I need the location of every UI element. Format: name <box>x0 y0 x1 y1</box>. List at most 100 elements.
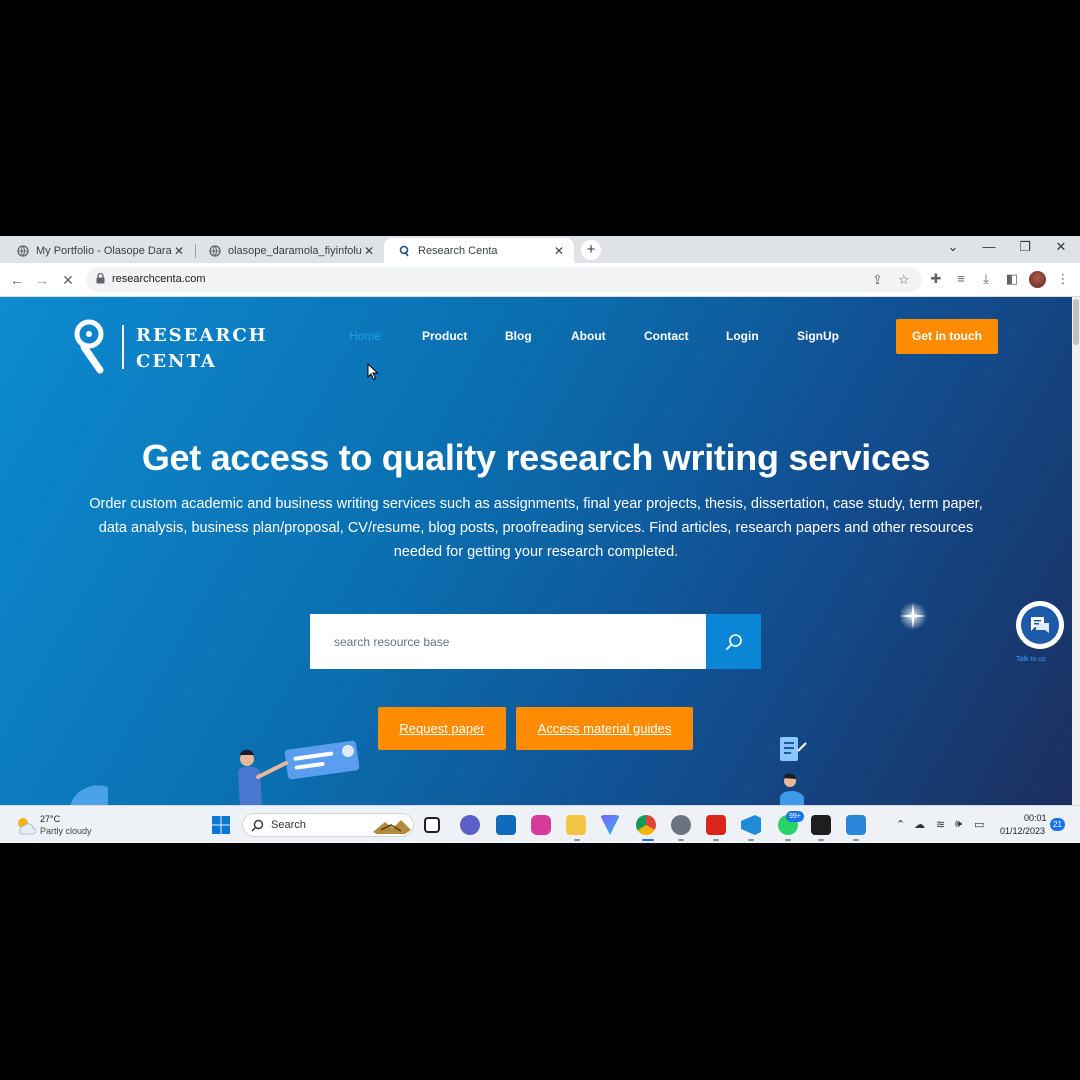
resource-search <box>310 614 761 669</box>
taskbar-search[interactable]: Search <box>242 813 414 837</box>
battery-icon[interactable]: ▭ <box>974 818 984 831</box>
scrollbar-thumb[interactable] <box>1073 299 1079 345</box>
back-icon[interactable]: ← <box>7 270 27 290</box>
access-material-guides-button[interactable]: Access material guides <box>516 707 693 750</box>
pdf-reader-icon[interactable] <box>706 815 726 835</box>
nav-blog[interactable]: Blog <box>505 329 532 343</box>
chat-icon <box>1021 606 1059 644</box>
clock-date[interactable]: 01/12/2023 <box>1000 826 1045 836</box>
search-icon <box>251 819 264 832</box>
whatsapp-badge: 99+ <box>786 811 804 822</box>
site-favicon-icon <box>398 244 411 257</box>
running-indicator <box>678 839 684 841</box>
vscode-icon[interactable] <box>741 815 761 835</box>
microsoft-store-icon[interactable] <box>496 815 516 835</box>
wifi-icon[interactable]: ≋ <box>936 818 945 831</box>
search-button[interactable] <box>706 614 761 669</box>
active-indicator <box>642 839 654 841</box>
browser-tab-strip: My Portfolio - Olasope Daramola ✕ olasop… <box>0 236 1080 263</box>
tab-title: Research Centa <box>418 244 498 257</box>
hero-title: Get access to quality research writing s… <box>141 437 931 478</box>
partly-cloudy-icon[interactable] <box>14 815 36 835</box>
address-bar[interactable]: researchcenta.com ⇪ ☆ <box>86 267 922 292</box>
close-tab-icon[interactable]: ✕ <box>552 244 566 258</box>
request-paper-button[interactable]: Request paper <box>378 707 506 750</box>
terminal-icon[interactable] <box>811 815 831 835</box>
task-view-icon[interactable] <box>424 817 440 833</box>
close-tab-icon[interactable]: ✕ <box>362 244 376 258</box>
get-in-touch-button[interactable]: Get in touch <box>896 319 998 354</box>
bookmark-star-icon[interactable]: ☆ <box>898 272 910 288</box>
nav-login[interactable]: Login <box>726 329 759 343</box>
restore-icon[interactable]: ❐ <box>1010 239 1040 255</box>
running-indicator <box>713 839 719 841</box>
tab-search-icon[interactable]: ⌄ <box>938 239 968 255</box>
person-with-card-illustration <box>238 740 360 805</box>
volume-icon[interactable]: 🕪 <box>955 818 962 831</box>
mouse-cursor-icon <box>367 363 379 381</box>
forward-icon[interactable]: → <box>32 270 52 290</box>
web-page: RESEARCH CENTA Home Product Blog About C… <box>0 297 1072 805</box>
search-input[interactable] <box>310 614 706 669</box>
logo-line-1: RESEARCH <box>136 325 268 346</box>
weather-status: Partly cloudy <box>40 826 92 836</box>
teams-chat-icon[interactable] <box>460 815 480 835</box>
tab-research-centa[interactable]: Research Centa ✕ <box>384 238 574 263</box>
running-indicator <box>853 839 859 841</box>
vpn-app-icon[interactable] <box>600 815 620 835</box>
logo-line-2: CENTA <box>136 351 217 372</box>
search-highlight-icon <box>373 820 411 834</box>
shape-decoration <box>70 785 108 805</box>
search-icon <box>725 633 742 650</box>
onedrive-icon[interactable]: ☁ <box>914 818 925 831</box>
nav-about[interactable]: About <box>571 329 606 343</box>
globe-icon <box>208 244 221 257</box>
close-tab-icon[interactable]: ✕ <box>172 244 186 258</box>
chrome-icon[interactable] <box>636 815 656 835</box>
logo-text: RESEARCH CENTA <box>136 323 268 375</box>
download-icon[interactable]: ⤓ <box>977 271 995 287</box>
settings-gear-icon[interactable] <box>671 815 691 835</box>
wps-office-icon[interactable] <box>531 815 551 835</box>
screen: My Portfolio - Olasope Daramola ✕ olasop… <box>0 236 1080 843</box>
taskbar-search-label: Search <box>271 819 306 831</box>
close-window-icon[interactable]: ✕ <box>1046 239 1076 255</box>
share-icon[interactable]: ⇪ <box>872 272 883 288</box>
hero-subtitle: Order custom academic and business writi… <box>89 496 983 560</box>
show-hidden-icons-icon[interactable]: ⌃ <box>896 818 905 831</box>
chat-label: Talk to us <box>1016 656 1046 663</box>
running-indicator <box>748 839 754 841</box>
tab-title: olasope_daramola_fiyinfoluwa_c <box>228 244 362 257</box>
tab-portfolio[interactable]: My Portfolio - Olasope Daramola ✕ <box>2 238 194 263</box>
windows-taskbar: 27°C Partly cloudy Search 99+ ⌃ ☁ ≋ 🕪 ▭ … <box>0 805 1080 843</box>
nav-home[interactable]: Home <box>349 329 381 343</box>
minimize-icon[interactable]: — <box>974 239 1004 254</box>
profile-avatar[interactable] <box>1029 271 1046 288</box>
nav-signup[interactable]: SignUp <box>797 329 839 343</box>
side-panel-icon[interactable]: ◧ <box>1003 271 1021 287</box>
tab-drive[interactable]: olasope_daramola_fiyinfoluwa_c ✕ <box>194 238 384 263</box>
notification-count[interactable]: 21 <box>1050 818 1065 831</box>
tab-title: My Portfolio - Olasope Daramola <box>36 244 172 257</box>
stop-loading-icon[interactable]: ✕ <box>58 270 78 290</box>
nav-contact[interactable]: Contact <box>644 329 689 343</box>
clock-time[interactable]: 00:01 <box>1024 813 1047 823</box>
new-tab-button[interactable]: + <box>581 240 601 260</box>
windows-start-icon[interactable] <box>212 816 230 834</box>
browser-toolbar: ← → ✕ researchcenta.com ⇪ ☆ ✚ ≡ ⤓ ◧ ⋮ <box>0 263 1080 297</box>
running-indicator <box>574 839 580 841</box>
menu-kebab-icon[interactable]: ⋮ <box>1054 271 1072 287</box>
file-explorer-icon[interactable] <box>566 815 586 835</box>
nav-product[interactable]: Product <box>422 329 467 343</box>
weather-temperature: 27°C <box>40 814 61 824</box>
site-logo[interactable]: RESEARCH CENTA <box>72 307 272 374</box>
extensions-icon[interactable]: ✚ <box>927 271 945 287</box>
logo-mark-icon <box>74 319 104 374</box>
running-indicator <box>818 839 824 841</box>
person-with-checklist-illustration <box>780 737 807 805</box>
page-scrollbar[interactable] <box>1072 297 1080 805</box>
reading-list-icon[interactable]: ≡ <box>952 271 970 286</box>
photos-app-icon[interactable] <box>846 815 866 835</box>
chat-widget-button[interactable] <box>1016 601 1064 649</box>
url-text: researchcenta.com <box>112 273 206 285</box>
